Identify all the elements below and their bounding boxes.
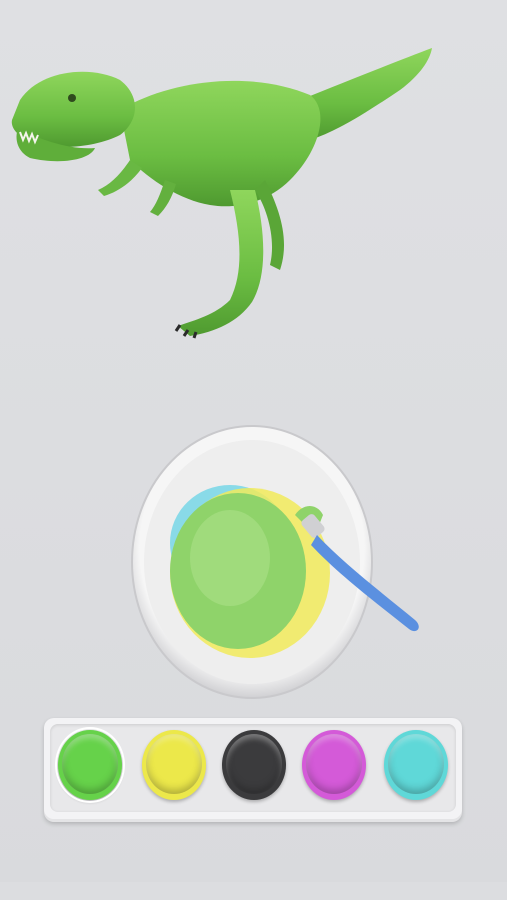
color-palette [44,718,462,822]
swatch-green[interactable] [55,727,125,803]
swatch-black[interactable] [222,730,286,800]
paint-brush[interactable] [285,495,430,635]
paint-highlight [190,510,270,606]
arm-left [98,160,142,196]
t-rex-figure [11,48,432,339]
eye [68,94,76,102]
swatch-magenta[interactable] [302,730,366,800]
brush-graphic [295,506,419,632]
bottom-bar [0,882,507,900]
game-screen [0,0,507,900]
swatch-cyan[interactable] [384,730,448,800]
brush-handle [311,535,419,632]
swatch-yellow[interactable] [142,730,206,800]
body [120,80,321,207]
dinosaur-model[interactable] [0,40,507,360]
leg-front [178,190,264,336]
